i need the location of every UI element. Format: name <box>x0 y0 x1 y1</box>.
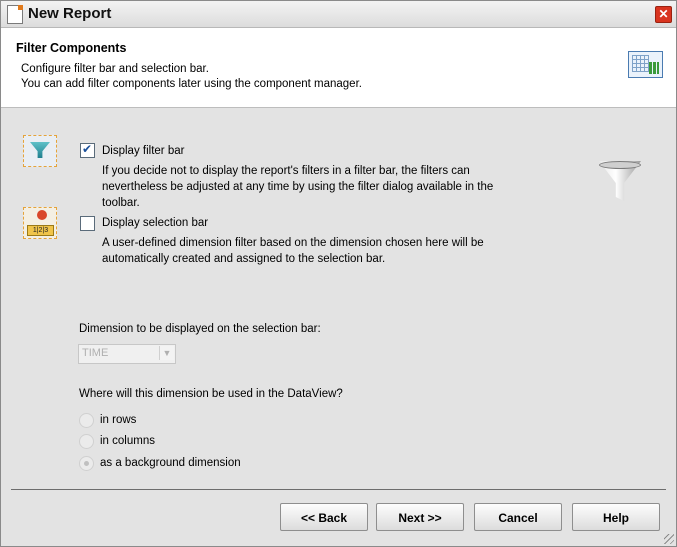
funnel-shape <box>30 142 50 158</box>
display-selection-bar-label[interactable]: Display selection bar <box>102 217 208 229</box>
radio-background-dimension-label[interactable]: as a background dimension <box>100 457 241 469</box>
display-selection-bar-checkbox[interactable] <box>80 216 95 231</box>
footer-separator <box>11 489 666 490</box>
dimension-select-value: TIME <box>82 347 109 359</box>
funnel-rim <box>599 161 641 169</box>
funnel-icon <box>599 161 641 201</box>
filter-bar-description-line2: nevertheless be adjusted at any time by … <box>102 181 494 193</box>
next-button[interactable]: Next >> <box>376 503 464 531</box>
usage-question: Where will this dimension be used in the… <box>79 388 343 400</box>
resize-grip-icon[interactable] <box>664 534 674 544</box>
filter-bar-description-line1: If you decide not to display the report'… <box>102 165 470 177</box>
pin-shape <box>37 210 47 220</box>
radio-in-columns[interactable] <box>79 434 94 449</box>
page-subtitle-line1: Configure filter bar and selection bar. <box>21 63 209 75</box>
selection-bar-description-line1: A user-defined dimension filter based on… <box>102 237 484 249</box>
radio-in-columns-label[interactable]: in columns <box>100 435 155 447</box>
page-subtitle-line2: You can add filter components later usin… <box>21 78 362 90</box>
radio-background-dimension[interactable] <box>79 456 94 471</box>
new-report-dialog: New Report ✕ Filter Components Configure… <box>0 0 677 547</box>
window-title: New Report <box>28 5 112 22</box>
filter-bar-description-line3: toolbar. <box>102 197 140 209</box>
dimension-label: Dimension to be displayed on the selecti… <box>79 323 321 335</box>
display-filter-bar-checkbox[interactable] <box>80 142 95 158</box>
table-grid <box>632 55 649 72</box>
filter-bar-icon <box>23 135 57 167</box>
radio-in-rows[interactable] <box>79 413 94 428</box>
report-icon <box>7 5 23 24</box>
selection-bar-description-line2: automatically created and assigned to th… <box>102 253 386 265</box>
wizard-header: Filter Components Configure filter bar a… <box>1 28 676 108</box>
back-button[interactable]: << Back <box>280 503 368 531</box>
selection-bar-icon: 1|2|3 <box>23 207 57 239</box>
help-button[interactable]: Help <box>572 503 660 531</box>
dimension-select[interactable]: TIME ▼ <box>78 344 176 364</box>
page-title: Filter Components <box>16 41 127 55</box>
chart-bars <box>649 62 659 74</box>
chevron-down-icon[interactable]: ▼ <box>159 346 174 360</box>
selection-bar-shape: 1|2|3 <box>27 225 54 236</box>
cancel-button[interactable]: Cancel <box>474 503 562 531</box>
radio-in-rows-label[interactable]: in rows <box>100 414 136 426</box>
display-filter-bar-label[interactable]: Display filter bar <box>102 145 184 157</box>
title-bar[interactable]: New Report ✕ <box>1 1 676 28</box>
close-icon[interactable]: ✕ <box>655 6 672 23</box>
chart-table-icon <box>628 51 663 78</box>
